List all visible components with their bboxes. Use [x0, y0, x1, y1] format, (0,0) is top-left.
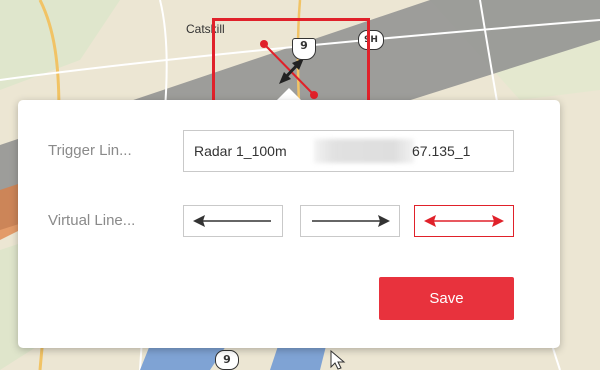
trigger-line-value-suffix: 67.135_1	[412, 143, 471, 159]
virtual-line-label: Virtual Line...	[48, 212, 136, 229]
mouse-cursor-icon	[330, 350, 346, 370]
trigger-line-dialog: Trigger Lin... Radar 1_100m 67.135_1 Vir…	[18, 100, 560, 348]
trigger-line-value: Radar 1_100m	[194, 143, 287, 159]
trigger-line-field[interactable]: Radar 1_100m 67.135_1	[183, 130, 514, 172]
direction-left-button[interactable]	[183, 205, 283, 237]
save-button[interactable]: Save	[379, 277, 514, 320]
right-arrow-icon	[312, 215, 390, 227]
direction-right-button[interactable]	[300, 205, 400, 237]
redacted-block	[314, 139, 414, 163]
double-arrow-icon	[424, 215, 504, 227]
route-shield-icon: 9	[215, 350, 239, 370]
direction-both-button[interactable]	[414, 205, 514, 237]
left-arrow-icon	[193, 215, 271, 227]
trigger-line-label: Trigger Lin...	[48, 142, 132, 159]
